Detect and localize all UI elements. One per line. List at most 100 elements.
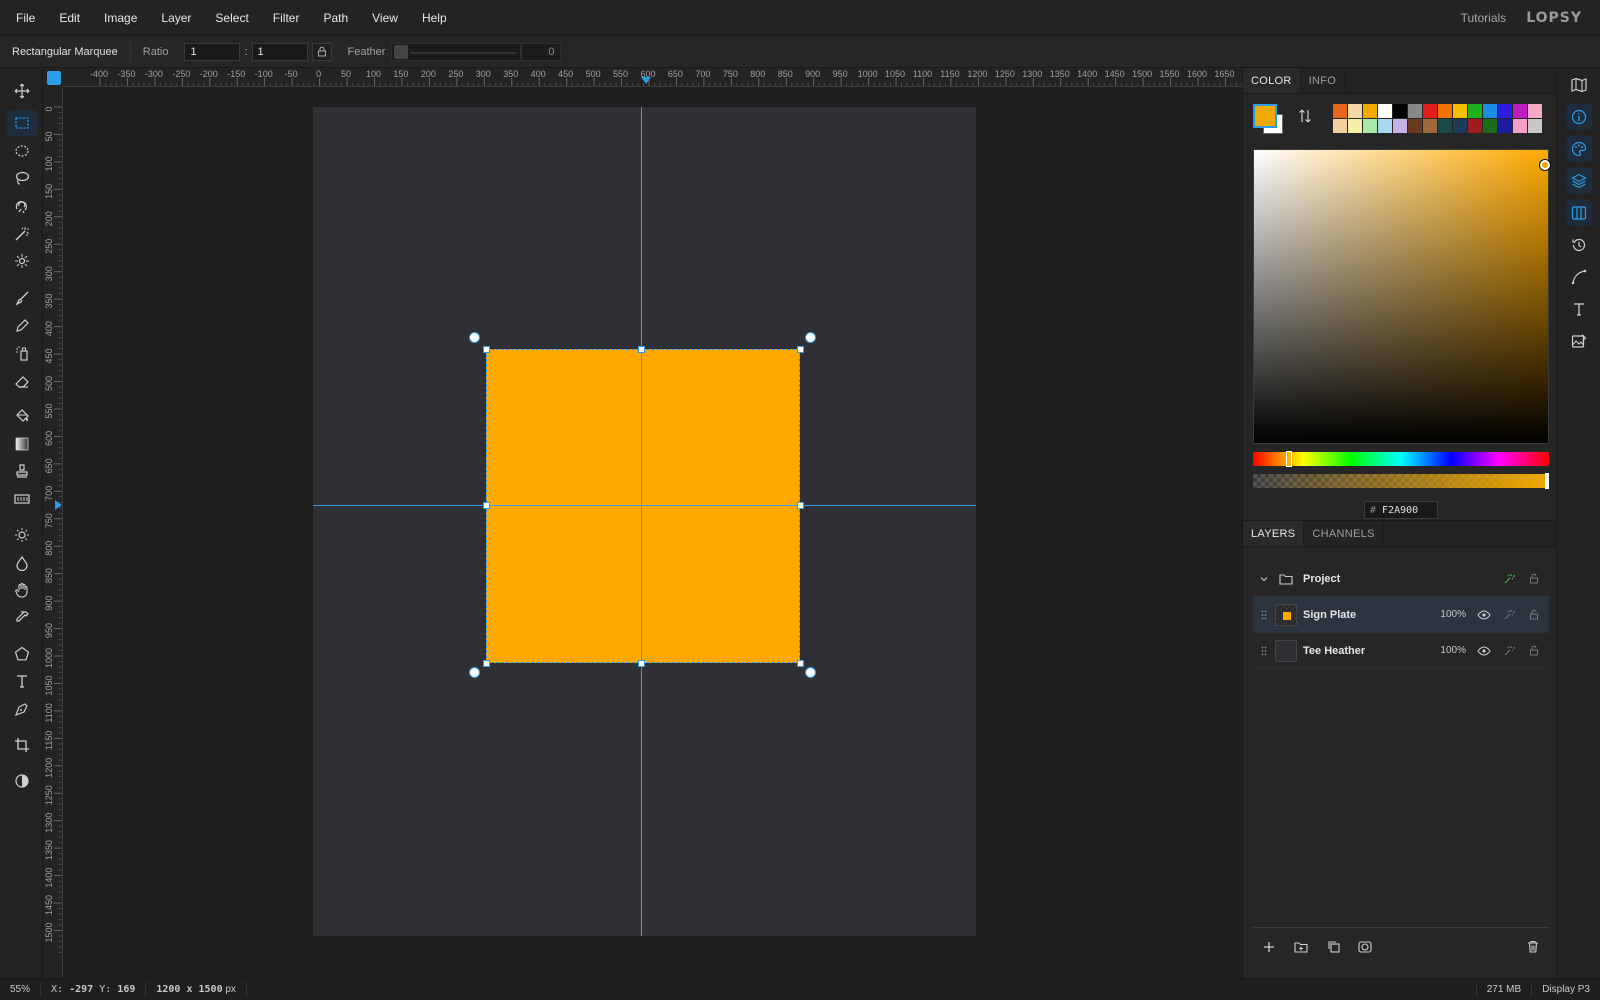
swap-colors-icon[interactable] bbox=[1297, 108, 1313, 124]
spray-tool[interactable] bbox=[7, 340, 37, 366]
pattern-tool[interactable] bbox=[7, 486, 37, 512]
text-tool[interactable] bbox=[7, 668, 37, 694]
tab-layers[interactable]: LAYERS bbox=[1243, 521, 1305, 546]
rail-history[interactable] bbox=[1566, 232, 1592, 258]
marquee-selection[interactable] bbox=[486, 349, 800, 663]
palette-swatch[interactable] bbox=[1483, 104, 1497, 118]
palette-swatch[interactable] bbox=[1438, 119, 1452, 133]
magnetic-lasso-tool[interactable] bbox=[7, 193, 37, 219]
tab-info[interactable]: INFO bbox=[1301, 68, 1346, 93]
hue-slider[interactable] bbox=[1253, 451, 1549, 467]
palette-swatch[interactable] bbox=[1513, 119, 1527, 133]
rail-info[interactable] bbox=[1566, 104, 1592, 130]
rail-paths[interactable] bbox=[1566, 264, 1592, 290]
tutorials-link[interactable]: Tutorials bbox=[1461, 11, 1507, 25]
palette-swatch[interactable] bbox=[1423, 104, 1437, 118]
layer-name[interactable]: Tee Heather bbox=[1303, 645, 1430, 657]
foreground-color-swatch[interactable] bbox=[1253, 104, 1277, 128]
menu-select[interactable]: Select bbox=[203, 0, 260, 36]
palette-swatch[interactable] bbox=[1453, 104, 1467, 118]
palette-swatch[interactable] bbox=[1408, 119, 1422, 133]
palette-swatch[interactable] bbox=[1468, 119, 1482, 133]
palette-swatch[interactable] bbox=[1498, 104, 1512, 118]
alpha-slider[interactable] bbox=[1253, 473, 1549, 489]
saturation-value-picker[interactable] bbox=[1253, 149, 1550, 444]
add-layer-button[interactable] bbox=[1253, 933, 1285, 961]
transform-handle-bottom-right[interactable] bbox=[797, 660, 804, 667]
palette-swatch[interactable] bbox=[1393, 104, 1407, 118]
brush-tool[interactable] bbox=[7, 285, 37, 311]
rotate-handle-bottom-right[interactable] bbox=[805, 667, 816, 678]
layer-name[interactable]: Sign Plate bbox=[1303, 609, 1430, 621]
eye-icon[interactable] bbox=[1474, 641, 1494, 661]
ratio-width-input[interactable] bbox=[184, 42, 241, 61]
layer-row-sign-plate[interactable]: Sign Plate 100% bbox=[1253, 597, 1549, 633]
palette-swatch[interactable] bbox=[1378, 104, 1392, 118]
hand-tool[interactable] bbox=[7, 577, 37, 603]
vertical-ruler[interactable]: 0 50 100 150 200 250 300 350 400 450 500 550 600 650 7… bbox=[43, 87, 63, 978]
palette-swatch[interactable] bbox=[1498, 119, 1512, 133]
eraser-tool[interactable] bbox=[7, 368, 37, 394]
menu-filter[interactable]: Filter bbox=[261, 0, 312, 36]
stamp-tool[interactable] bbox=[7, 458, 37, 484]
palette-swatch[interactable] bbox=[1483, 119, 1497, 133]
palette-swatch[interactable] bbox=[1468, 104, 1482, 118]
palette-swatch[interactable] bbox=[1453, 119, 1467, 133]
layer-group-project[interactable]: Project bbox=[1253, 561, 1549, 597]
transform-handle-top-right[interactable] bbox=[797, 346, 804, 353]
layer-row-tee-heather[interactable]: Tee Heather 100% bbox=[1253, 633, 1549, 669]
transform-handle-left[interactable] bbox=[483, 502, 490, 509]
delete-layer-button[interactable] bbox=[1517, 933, 1549, 961]
rotate-handle-bottom-left[interactable] bbox=[469, 667, 480, 678]
hex-color-input[interactable]: # F2A900 bbox=[1364, 501, 1438, 519]
transform-handle-right[interactable] bbox=[797, 502, 804, 509]
layer-effects-icon[interactable] bbox=[1499, 569, 1519, 589]
ellipse-marquee-tool[interactable] bbox=[7, 138, 37, 164]
horizontal-ruler[interactable]: -400 -350 -300 -250 -200 -150 -100 -50 0 50 100 150… bbox=[63, 68, 1242, 87]
menu-file[interactable]: File bbox=[0, 0, 47, 36]
palette-swatch[interactable] bbox=[1378, 119, 1392, 133]
add-group-button[interactable] bbox=[1285, 933, 1317, 961]
crop-tool[interactable] bbox=[7, 732, 37, 758]
palette-swatch[interactable] bbox=[1333, 119, 1347, 133]
rail-character[interactable] bbox=[1566, 296, 1592, 322]
pencil-tool[interactable] bbox=[7, 313, 37, 339]
transform-handle-bottom[interactable] bbox=[638, 660, 645, 667]
lock-icon[interactable] bbox=[1524, 569, 1544, 589]
menu-layer[interactable]: Layer bbox=[149, 0, 203, 36]
transform-handle-bottom-left[interactable] bbox=[483, 660, 490, 667]
layer-opacity[interactable]: 100% bbox=[1430, 645, 1466, 656]
layer-opacity[interactable]: 100% bbox=[1430, 609, 1466, 620]
lock-icon[interactable] bbox=[1524, 641, 1544, 661]
lock-icon[interactable] bbox=[1524, 605, 1544, 625]
feather-slider-knob[interactable] bbox=[394, 44, 409, 59]
canvas-viewport[interactable] bbox=[63, 87, 1242, 978]
drag-handle-icon[interactable] bbox=[1253, 646, 1275, 656]
eyedropper-tool[interactable] bbox=[7, 605, 37, 631]
palette-swatch[interactable] bbox=[1438, 104, 1452, 118]
layer-effects-icon[interactable] bbox=[1499, 605, 1519, 625]
ratio-lock-button[interactable] bbox=[311, 42, 332, 61]
palette-swatch[interactable] bbox=[1348, 119, 1362, 133]
pen-tool[interactable] bbox=[7, 696, 37, 722]
rotate-handle-top-left[interactable] bbox=[469, 332, 480, 343]
menu-help[interactable]: Help bbox=[410, 0, 459, 36]
hue-slider-knob[interactable] bbox=[1286, 451, 1292, 467]
color-profile[interactable]: Display P3 bbox=[1531, 982, 1600, 997]
magic-wand-tool[interactable] bbox=[7, 221, 37, 247]
palette-swatch[interactable] bbox=[1513, 104, 1527, 118]
hex-value[interactable]: F2A900 bbox=[1382, 505, 1418, 516]
menu-edit[interactable]: Edit bbox=[47, 0, 92, 36]
lasso-tool[interactable] bbox=[7, 165, 37, 191]
palette-swatch[interactable] bbox=[1528, 104, 1542, 118]
rail-navigator[interactable] bbox=[1566, 72, 1592, 98]
rotate-handle-top-right[interactable] bbox=[805, 332, 816, 343]
quick-select-tool[interactable] bbox=[7, 248, 37, 274]
zoom-level[interactable]: 55% bbox=[0, 982, 42, 997]
contrast-tool[interactable] bbox=[7, 768, 37, 794]
palette-swatch[interactable] bbox=[1393, 119, 1407, 133]
palette-swatch[interactable] bbox=[1423, 119, 1437, 133]
chevron-down-icon[interactable] bbox=[1253, 574, 1275, 584]
tab-color[interactable]: COLOR bbox=[1243, 68, 1301, 93]
palette-swatch[interactable] bbox=[1363, 119, 1377, 133]
